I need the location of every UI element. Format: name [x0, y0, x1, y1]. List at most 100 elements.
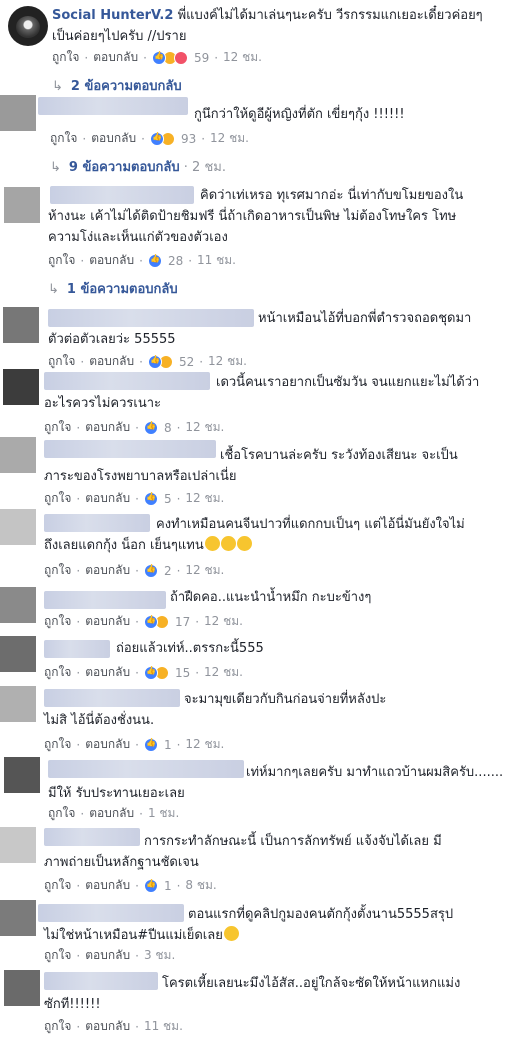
reply-link[interactable]: ตอบกลับ: [89, 804, 134, 823]
like-reaction-icon: [143, 614, 158, 629]
like-link[interactable]: ถูกใจ: [44, 735, 71, 754]
reactions[interactable]: [143, 878, 158, 893]
reply-link[interactable]: ตอบกลับ: [85, 489, 130, 508]
reactions[interactable]: [143, 491, 158, 506]
comment-actions: ถูกใจ · ตอบกลับ · 11 ชม.: [44, 1017, 183, 1036]
rofl-emoji-icon: [220, 536, 236, 551]
reply-link[interactable]: ตอบกลับ: [85, 663, 130, 682]
reaction-count: 93: [180, 131, 197, 146]
comment-time[interactable]: 8 ชม.: [185, 876, 216, 895]
reactions[interactable]: [143, 563, 158, 578]
comment-actions: ถูกใจ· ตอบกลับ· 1· 12 ชม.: [44, 735, 224, 754]
comment-time[interactable]: 11 ชม.: [144, 1017, 183, 1036]
like-link[interactable]: ถูกใจ: [48, 352, 75, 371]
like-reaction-icon: [147, 354, 162, 369]
avatar[interactable]: [3, 307, 39, 343]
comment-author[interactable]: Social HunterV.2: [52, 8, 173, 23]
reaction-count: 5: [163, 491, 172, 506]
like-link[interactable]: ถูกใจ: [44, 1017, 71, 1036]
comment-time[interactable]: 12 ชม.: [204, 612, 243, 631]
reactions[interactable]: [143, 420, 158, 435]
avatar[interactable]: [0, 636, 36, 672]
reply-link[interactable]: ตอบกลับ: [85, 418, 130, 437]
like-link[interactable]: ถูกใจ: [48, 804, 75, 823]
reply-link[interactable]: ตอบกลับ: [91, 129, 136, 148]
reply-link[interactable]: ตอบกลับ: [89, 352, 134, 371]
comment-time[interactable]: 1 ชม.: [148, 804, 179, 823]
comment-time[interactable]: 12 ชม.: [185, 561, 224, 580]
avatar[interactable]: [4, 187, 40, 223]
reactions[interactable]: [143, 737, 158, 752]
comment-time[interactable]: 12 ชม.: [210, 129, 249, 148]
reply-link[interactable]: ตอบกลับ: [85, 946, 130, 965]
avatar[interactable]: [0, 686, 36, 722]
comment-text: คงทำเหมือนคนจีนปาวที่แดกกบเป็นๆ แต่ไอ้นี…: [44, 517, 465, 553]
view-replies-link[interactable]: ↳ 1 ข้อความตอบกลับ: [48, 278, 178, 299]
comment-actions: ถูกใจ· ตอบกลับ· 2· 12 ชม.: [44, 561, 224, 580]
reactions[interactable]: [143, 614, 169, 629]
rofl-emoji-icon: [236, 536, 252, 551]
avatar[interactable]: [0, 437, 36, 473]
view-replies-link[interactable]: ↳ 9 ข้อความตอบกลับ · 2 ชม.: [50, 156, 226, 177]
comment-time[interactable]: 11 ชม.: [197, 251, 236, 270]
avatar[interactable]: [8, 6, 48, 46]
reaction-count: 8: [163, 420, 172, 435]
comment-text: กูนึกว่าให้ดูอีผู้หญิงที่ตัก เขี่ยๆกุ้ง …: [194, 107, 405, 122]
like-link[interactable]: ถูกใจ: [48, 251, 75, 270]
reply-link[interactable]: ตอบกลับ: [85, 1017, 130, 1036]
comment-actions: ถูกใจ· ตอบกลับ· 17· 12 ชม.: [44, 612, 243, 631]
reply-link[interactable]: ตอบกลับ: [85, 561, 130, 580]
avatar[interactable]: [3, 369, 39, 405]
comment-time[interactable]: 12 ชม.: [185, 418, 224, 437]
like-link[interactable]: ถูกใจ: [44, 663, 71, 682]
avatar[interactable]: [0, 509, 36, 545]
comment-time[interactable]: 12 ชม.: [185, 489, 224, 508]
comment-text: โครตเหี้ยเลยนะมึงไอ้สัส..อยู่ใกล้จะซัดให…: [44, 976, 461, 1012]
like-link[interactable]: ถูกใจ: [44, 946, 71, 965]
comment-actions: ถูกใจ· ตอบกลับ· 93· 12 ชม.: [50, 129, 249, 148]
reply-link[interactable]: ตอบกลับ: [85, 876, 130, 895]
like-link[interactable]: ถูกใจ: [44, 612, 71, 631]
like-reaction-icon: [143, 563, 158, 578]
comment-time[interactable]: 12 ชม.: [208, 352, 247, 371]
reply-link[interactable]: ตอบกลับ: [85, 612, 130, 631]
reactions[interactable]: [151, 50, 188, 65]
love-reaction-icon: [173, 50, 188, 65]
avatar[interactable]: [0, 900, 36, 936]
like-link[interactable]: ถูกใจ: [44, 561, 71, 580]
reactions[interactable]: [147, 354, 173, 369]
reply-link[interactable]: ตอบกลับ: [93, 48, 138, 67]
rofl-emoji-icon: [204, 536, 220, 551]
reactions[interactable]: [143, 665, 169, 680]
comment-time[interactable]: 12 ชม.: [204, 663, 243, 682]
comment-text: จะมามุขเดียวกับกินก่อนจ่ายที่หลังปะ ไม่ส…: [44, 692, 387, 728]
blurred-author-name[interactable]: [44, 640, 110, 658]
avatar[interactable]: [4, 757, 40, 793]
avatar[interactable]: [4, 970, 40, 1006]
reactions[interactable]: [149, 131, 175, 146]
blurred-author-name[interactable]: [44, 591, 166, 609]
comment-text: เชื้อโรคบานล่ะครับ ระวังท้องเสียนะ จะเป็…: [44, 448, 458, 484]
view-replies-link[interactable]: ↳ 2 ข้อความตอบกลับ: [52, 75, 182, 96]
avatar[interactable]: [0, 95, 36, 131]
like-link[interactable]: ถูกใจ: [44, 418, 71, 437]
comment-time[interactable]: 12 ชม.: [223, 48, 262, 67]
like-reaction-icon: [147, 253, 162, 268]
comment-time[interactable]: 12 ชม.: [185, 735, 224, 754]
like-link[interactable]: ถูกใจ: [44, 876, 71, 895]
avatar[interactable]: [0, 827, 36, 863]
avatar[interactable]: [0, 587, 36, 623]
reply-link[interactable]: ตอบกลับ: [89, 251, 134, 270]
like-link[interactable]: ถูกใจ: [50, 129, 77, 148]
comment-actions: ถูกใจ· ตอบกลับ· 1· 8 ชม.: [44, 876, 217, 895]
reactions[interactable]: [147, 253, 162, 268]
comment-time[interactable]: 3 ชม.: [144, 946, 175, 965]
like-link[interactable]: ถูกใจ: [52, 48, 79, 67]
like-link[interactable]: ถูกใจ: [44, 489, 71, 508]
reply-link[interactable]: ตอบกลับ: [85, 735, 130, 754]
comment-actions: ถูกใจ· ตอบกลับ· 52· 12 ชม.: [48, 352, 247, 371]
like-reaction-icon: [151, 50, 166, 65]
comment-text: หน้าเหมือนไอ้ที่บอกพี่ตำรวจถอดชุดมา ตัวต…: [48, 311, 472, 347]
blurred-author-name[interactable]: [38, 97, 188, 115]
comment-actions: ถูกใจ· ตอบกลับ· 28· 11 ชม.: [48, 251, 236, 270]
